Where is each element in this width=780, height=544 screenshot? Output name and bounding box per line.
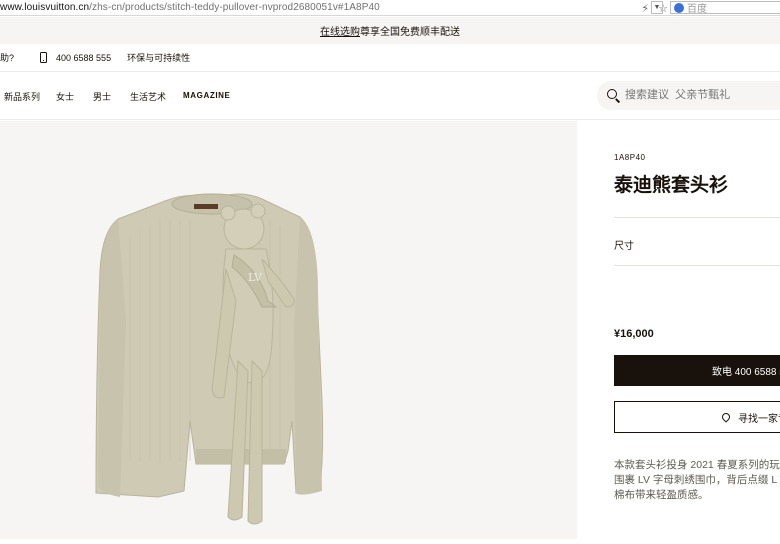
phone-link[interactable]: 400 6588 555	[56, 53, 111, 63]
call-button-label: 致电 400 6588 5	[712, 367, 780, 378]
nav-item-magazine[interactable]: MAGAZINE	[183, 91, 230, 100]
sustainability-link[interactable]: 环保与可持续性	[127, 51, 190, 64]
main-nav: 新品系列 女士 男士 生活艺术 MAGAZINE	[0, 72, 780, 120]
url-text[interactable]: www.louisvuitton.cn/zhs-cn/products/stit…	[0, 2, 380, 13]
description-line: 棉布带来轻盈质感。	[614, 489, 709, 501]
product-image-area[interactable]: LV	[0, 121, 577, 539]
utility-bar: 助? 400 6588 555 环保与可持续性	[0, 44, 780, 72]
sweater-right-sleeve	[294, 217, 322, 495]
description-line: 围裹 LV 字母刺绣围巾，背后点缀 L V	[614, 474, 780, 486]
browser-search-box[interactable]: 百度	[670, 1, 780, 15]
size-selector[interactable]: 尺寸	[614, 237, 634, 252]
dropdown-icon[interactable]: ▼	[651, 1, 663, 14]
lightning-icon[interactable]: ⚡	[641, 2, 649, 15]
product-name: 泰迪熊套头衫	[614, 175, 729, 196]
find-store-button[interactable]: 寻找一家专	[614, 401, 780, 433]
search-input[interactable]	[625, 86, 775, 104]
description-line: 本款套头衫投身 2021 春夏系列的玩	[614, 459, 780, 471]
search-icon[interactable]	[607, 89, 617, 99]
collar-label	[194, 204, 218, 209]
divider	[614, 217, 780, 218]
location-pin-icon	[720, 411, 732, 423]
divider	[614, 265, 780, 266]
nav-item-new[interactable]: 新品系列	[4, 90, 40, 103]
phone-icon	[40, 52, 48, 63]
product-sku: 1A8P40	[614, 153, 646, 162]
nav-item-women[interactable]: 女士	[56, 90, 74, 103]
site-search[interactable]	[597, 81, 780, 110]
paw-icon	[674, 2, 684, 13]
help-link[interactable]: 助?	[0, 51, 14, 64]
browser-address-bar[interactable]: www.louisvuitton.cn/zhs-cn/products/stit…	[0, 0, 780, 16]
promo-text: 尊享全国免费顺丰配送	[360, 27, 460, 38]
nav-item-men[interactable]: 男士	[93, 90, 111, 103]
search-engine-label: 百度	[687, 4, 707, 15]
promo-banner: 在线选购 尊享全国免费顺丰配送	[0, 17, 780, 44]
svg-text:LV: LV	[248, 271, 263, 284]
nav-item-art-of-living[interactable]: 生活艺术	[130, 90, 166, 103]
shop-online-link[interactable]: 在线选购	[320, 23, 360, 38]
product-description: 本款套头衫投身 2021 春夏系列的玩 围裹 LV 字母刺绣围巾，背后点缀 L …	[614, 458, 780, 503]
find-store-label: 寻找一家专	[738, 413, 780, 425]
call-button[interactable]: 致电 400 6588 5	[614, 355, 780, 386]
product-price: ¥16,000	[614, 328, 654, 340]
product-image: LV	[95, 193, 324, 525]
